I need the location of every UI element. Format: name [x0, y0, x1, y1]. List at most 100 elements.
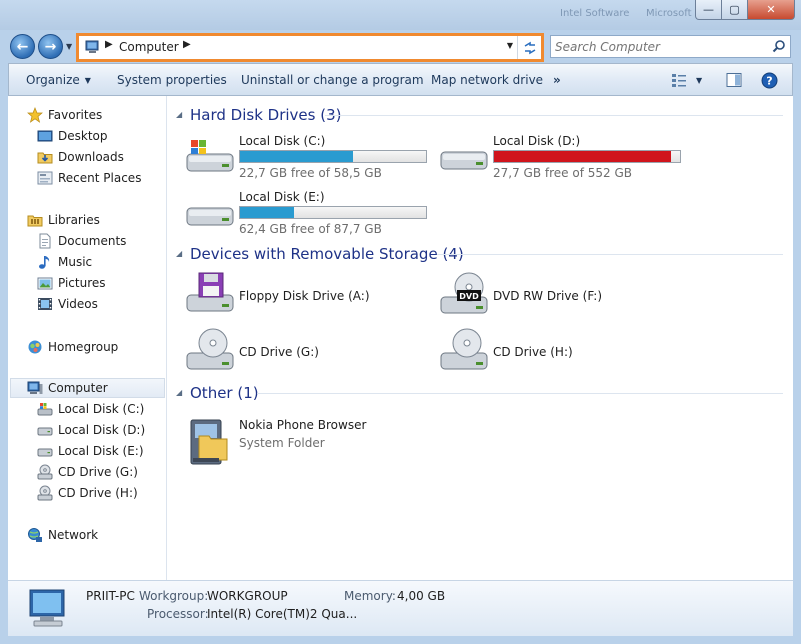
- drive-tile-dvd[interactable]: DVD DVD RW Drive (F:): [439, 271, 689, 325]
- group-title-hard-disks[interactable]: Hard Disk Drives (3): [190, 106, 341, 124]
- nav-videos[interactable]: Videos: [37, 294, 98, 314]
- hard-drive-icon: [186, 207, 234, 226]
- nav-libraries[interactable]: Libraries: [27, 210, 100, 230]
- capacity-bar: [239, 150, 427, 163]
- system-drive-icon: [37, 403, 53, 416]
- recent-places-icon: [37, 171, 53, 185]
- drive-name: CD Drive (H:): [493, 345, 573, 359]
- uninstall-program-button[interactable]: Uninstall or change a program: [241, 73, 424, 87]
- network-icon: [28, 528, 42, 542]
- cd-drive-icon: [37, 485, 53, 501]
- collapse-group-icon[interactable]: ◢: [176, 249, 182, 258]
- search-icon[interactable]: [772, 39, 786, 53]
- navigation-pane: Favorites Desktop Downloads Recent Place…: [8, 96, 167, 580]
- nav-favorites[interactable]: Favorites: [27, 105, 102, 125]
- capacity-bar: [493, 150, 681, 163]
- nav-label: Desktop: [58, 129, 108, 143]
- nav-documents[interactable]: Documents: [37, 231, 126, 251]
- nav-label: Local Disk (E:): [58, 444, 144, 458]
- search-box[interactable]: [550, 35, 791, 58]
- forward-button[interactable]: →: [38, 34, 63, 59]
- navigation-bar: ← → ▼ ▶ Computer ▶ ▼: [0, 30, 801, 62]
- processor-value: Intel(R) Core(TM)2 Qua...: [207, 607, 358, 621]
- capacity-fill: [240, 207, 294, 218]
- nav-desktop[interactable]: Desktop: [37, 126, 108, 146]
- address-bar[interactable]: ▶ Computer ▶ ▼: [76, 33, 544, 62]
- nav-label: Local Disk (C:): [58, 402, 145, 416]
- nav-pictures[interactable]: Pictures: [37, 273, 106, 293]
- nav-computer[interactable]: Computer: [10, 378, 165, 398]
- nav-local-disk-d[interactable]: Local Disk (D:): [37, 420, 145, 440]
- nav-label: Favorites: [48, 108, 103, 122]
- nav-cd-drive-h[interactable]: CD Drive (H:): [37, 483, 138, 503]
- capacity-fill: [240, 151, 354, 162]
- documents-icon: [39, 233, 51, 249]
- background-window-text: Intel Software: [560, 8, 630, 19]
- nav-music[interactable]: Music: [37, 252, 92, 272]
- minimize-button[interactable]: —: [695, 0, 722, 20]
- collapse-group-icon[interactable]: ◢: [176, 388, 182, 397]
- hard-drive-icon: [37, 427, 53, 436]
- drive-tile-c[interactable]: Local Disk (C:) 22,7 GB free of 58,5 GB: [185, 134, 435, 188]
- group-divider: [437, 254, 783, 255]
- nav-downloads[interactable]: Downloads: [37, 147, 124, 167]
- memory-value: 4,00 GB: [397, 589, 446, 603]
- more-commands-button[interactable]: »: [553, 73, 561, 87]
- libraries-icon: [27, 215, 43, 227]
- refresh-button[interactable]: [517, 36, 541, 59]
- desktop-icon: [37, 130, 53, 142]
- breadcrumb-separator-icon[interactable]: ▶: [183, 39, 191, 50]
- homegroup-icon: [28, 340, 42, 354]
- recent-pages-dropdown-icon[interactable]: ▼: [66, 42, 72, 51]
- hard-drive-icon: [37, 448, 53, 457]
- item-name: Nokia Phone Browser: [239, 418, 367, 432]
- workgroup-label: Workgroup:: [139, 589, 209, 603]
- drive-tile-cd-g[interactable]: CD Drive (G:): [185, 327, 435, 381]
- nav-recent-places[interactable]: Recent Places: [37, 168, 141, 188]
- maximize-button[interactable]: ▢: [722, 0, 748, 20]
- nav-local-disk-e[interactable]: Local Disk (E:): [37, 441, 144, 461]
- svg-text:?: ?: [766, 75, 772, 88]
- cd-drive-icon: [440, 328, 488, 370]
- view-options-dropdown-icon[interactable]: ▼: [696, 76, 702, 85]
- dvd-drive-icon: DVD: [440, 272, 488, 314]
- close-button[interactable]: ✕: [748, 0, 795, 20]
- drive-tile-e[interactable]: Local Disk (E:) 62,4 GB free of 87,7 GB: [185, 190, 435, 244]
- nav-local-disk-c[interactable]: Local Disk (C:): [37, 399, 144, 419]
- background-window-text: Microsoft: [646, 8, 692, 19]
- computer-icon: [27, 381, 43, 394]
- change-view-icon[interactable]: [671, 72, 687, 88]
- nav-homegroup[interactable]: Homegroup: [27, 337, 118, 357]
- drive-tile-cd-h[interactable]: CD Drive (H:): [439, 327, 689, 381]
- map-network-drive-button[interactable]: Map network drive: [431, 73, 543, 87]
- capacity-bar: [239, 206, 427, 219]
- item-nokia-phone-browser[interactable]: Nokia Phone Browser System Folder: [185, 418, 435, 472]
- address-history-dropdown-icon[interactable]: ▼: [507, 41, 513, 50]
- drive-tile-d[interactable]: Local Disk (D:) 27,7 GB free of 552 GB: [439, 134, 689, 188]
- organize-label: Organize: [26, 73, 80, 87]
- collapse-group-icon[interactable]: ◢: [176, 110, 182, 119]
- nav-label: Local Disk (D:): [58, 423, 146, 437]
- system-properties-button[interactable]: System properties: [117, 73, 227, 87]
- breadcrumb-computer[interactable]: Computer: [119, 40, 179, 54]
- hard-drive-icon: [440, 151, 488, 170]
- videos-icon: [38, 298, 52, 310]
- title-bar: Intel Software Microsoft — ▢ ✕: [0, 0, 801, 30]
- help-icon[interactable]: ?: [761, 72, 778, 89]
- nav-network[interactable]: Network: [27, 525, 98, 545]
- preview-pane-icon[interactable]: [726, 72, 742, 88]
- group-title-removable[interactable]: Devices with Removable Storage (4): [190, 245, 464, 263]
- group-title-other[interactable]: Other (1): [190, 384, 259, 402]
- search-input[interactable]: [555, 38, 765, 55]
- organize-menu[interactable]: Organize ▼: [26, 73, 91, 87]
- command-bar: Organize ▼ System properties Uninstall or…: [8, 63, 793, 96]
- drive-name: Local Disk (E:): [239, 190, 325, 204]
- nav-cd-drive-g[interactable]: CD Drive (G:): [37, 462, 138, 482]
- drive-name: CD Drive (G:): [239, 345, 319, 359]
- drive-tile-floppy[interactable]: Floppy Disk Drive (A:): [185, 271, 435, 325]
- capacity-fill: [494, 151, 671, 162]
- cd-drive-icon: [186, 328, 234, 370]
- breadcrumb-separator-icon[interactable]: ▶: [105, 39, 113, 50]
- back-button[interactable]: ←: [10, 34, 35, 59]
- nav-label: Libraries: [48, 213, 100, 227]
